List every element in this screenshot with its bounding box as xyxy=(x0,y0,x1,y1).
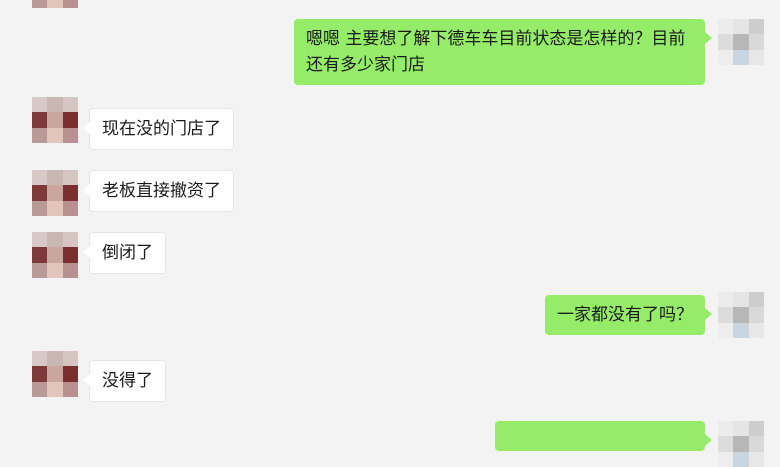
avatar-pixel xyxy=(748,322,764,338)
avatar-pixel xyxy=(62,351,78,367)
avatar-pixel xyxy=(733,34,749,50)
avatar-pixel xyxy=(32,247,48,263)
avatar-pixel xyxy=(32,200,48,216)
avatar-pixel xyxy=(733,19,749,35)
avatar-pixel xyxy=(47,200,63,216)
avatar-pixel xyxy=(748,421,764,437)
message-bubble-outgoing[interactable]: 嗯嗯 主要想了解下德车车目前状态是怎样的？目前还有多少家门店 xyxy=(294,19,712,85)
avatar-pixel xyxy=(32,232,48,248)
avatar-pixel xyxy=(748,34,764,50)
contact-avatar-icon[interactable] xyxy=(32,0,78,8)
avatar-pixel xyxy=(32,170,48,186)
avatar-pixel xyxy=(32,112,48,128)
avatar-pixel xyxy=(748,307,764,323)
message-text: 倒闭了 xyxy=(102,243,153,263)
avatar-pixel xyxy=(47,170,63,186)
avatar-pixel xyxy=(733,451,749,467)
avatar-pixel xyxy=(733,436,749,452)
avatar-pixel xyxy=(748,292,764,308)
avatar-pixel xyxy=(62,366,78,382)
avatar-pixel xyxy=(718,34,734,50)
avatar-pixel xyxy=(32,351,48,367)
avatar-pixel xyxy=(733,307,749,323)
message-bubble-incoming[interactable]: 没得了 xyxy=(83,360,166,402)
avatar-pixel xyxy=(718,307,734,323)
avatar-pixel xyxy=(47,112,63,128)
avatar-pixel xyxy=(62,200,78,216)
avatar-pixel xyxy=(47,185,63,201)
message-bubble-incoming[interactable]: 现在没的门店了 xyxy=(83,108,234,150)
message-text: 嗯嗯 主要想了解下德车车目前状态是怎样的？目前还有多少家门店 xyxy=(306,29,686,75)
avatar-pixel xyxy=(47,0,63,8)
avatar-pixel xyxy=(47,247,63,263)
avatar-pixel xyxy=(47,262,63,278)
avatar-pixel xyxy=(32,0,48,8)
avatar-pixel xyxy=(32,366,48,382)
message-text: 没得了 xyxy=(102,371,153,391)
avatar-pixel xyxy=(748,19,764,35)
avatar-pixel xyxy=(62,112,78,128)
avatar-pixel xyxy=(718,451,734,467)
message-bubble-outgoing[interactable]: 一家都没有了吗？ xyxy=(545,295,712,335)
avatar-pixel xyxy=(62,262,78,278)
avatar-pixel xyxy=(47,366,63,382)
avatar-pixel xyxy=(32,262,48,278)
contact-avatar-icon[interactable] xyxy=(32,351,78,397)
self-avatar-icon[interactable] xyxy=(718,19,764,65)
avatar-pixel xyxy=(733,292,749,308)
avatar-pixel xyxy=(47,97,63,113)
avatar-pixel xyxy=(47,351,63,367)
avatar-pixel xyxy=(62,97,78,113)
message-text: 老板直接撤资了 xyxy=(102,181,221,201)
avatar-pixel xyxy=(718,421,734,437)
avatar-pixel xyxy=(62,127,78,143)
avatar-pixel xyxy=(718,292,734,308)
avatar-pixel xyxy=(718,322,734,338)
avatar-pixel xyxy=(62,232,78,248)
avatar-pixel xyxy=(733,49,749,65)
avatar-pixel xyxy=(718,49,734,65)
avatar-pixel xyxy=(748,436,764,452)
avatar-pixel xyxy=(733,421,749,437)
contact-avatar-icon[interactable] xyxy=(32,170,78,216)
avatar-pixel xyxy=(718,436,734,452)
avatar-pixel xyxy=(47,127,63,143)
avatar-pixel xyxy=(733,322,749,338)
avatar-pixel xyxy=(748,451,764,467)
message-bubble-incoming[interactable]: 老板直接撤资了 xyxy=(83,170,234,212)
avatar-pixel xyxy=(718,19,734,35)
contact-avatar-icon[interactable] xyxy=(32,232,78,278)
message-text: 一家都没有了吗？ xyxy=(557,305,693,325)
avatar-pixel xyxy=(62,185,78,201)
self-avatar-icon[interactable] xyxy=(718,421,764,467)
avatar-pixel xyxy=(32,97,48,113)
message-bubble-incoming[interactable]: 倒闭了 xyxy=(83,232,166,274)
avatar-pixel xyxy=(32,127,48,143)
avatar-pixel xyxy=(62,170,78,186)
self-avatar-icon[interactable] xyxy=(718,292,764,338)
avatar-pixel xyxy=(47,232,63,248)
message-text: 现在没的门店了 xyxy=(102,119,221,139)
avatar-pixel xyxy=(748,49,764,65)
avatar-pixel xyxy=(32,381,48,397)
avatar-pixel xyxy=(62,381,78,397)
contact-avatar-icon[interactable] xyxy=(32,97,78,143)
avatar-pixel xyxy=(32,185,48,201)
avatar-pixel xyxy=(47,381,63,397)
message-bubble-outgoing[interactable] xyxy=(495,421,712,451)
chat-window: 嗯嗯 主要想了解下德车车目前状态是怎样的？目前还有多少家门店 现在没的门店了 老… xyxy=(0,0,780,467)
avatar-pixel xyxy=(62,0,78,8)
avatar-pixel xyxy=(62,247,78,263)
